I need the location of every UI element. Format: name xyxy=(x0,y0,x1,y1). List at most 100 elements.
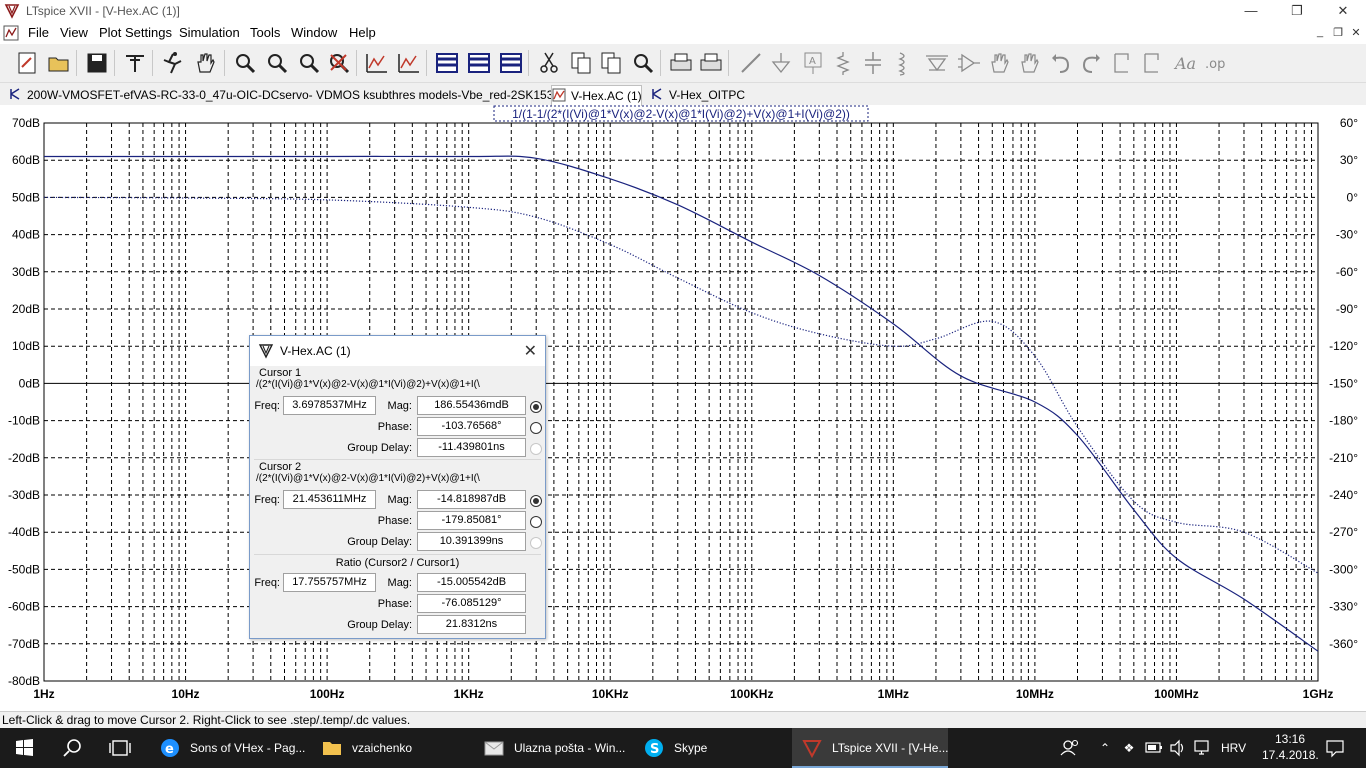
minimize-button[interactable]: — xyxy=(1228,0,1274,22)
inductor-icon[interactable] xyxy=(890,50,916,76)
people-icon[interactable] xyxy=(1058,728,1082,768)
cursor-dialog[interactable]: V-Hex.AC (1) ✕ Cursor 1 /(2*(I(Vi)@1*V(x… xyxy=(249,335,546,639)
save-icon[interactable] xyxy=(84,50,110,76)
autorange-icon[interactable] xyxy=(364,50,390,76)
copy-icon[interactable] xyxy=(568,50,594,76)
menu-view[interactable]: View xyxy=(60,25,88,40)
schematic-icon xyxy=(652,88,662,100)
dialog-close-button[interactable]: ✕ xyxy=(524,341,537,361)
menu-tools[interactable]: Tools xyxy=(250,25,280,40)
child-close-button[interactable]: ✕ xyxy=(1348,26,1364,40)
dropbox-icon[interactable]: ❖ xyxy=(1120,728,1138,768)
halt-icon[interactable] xyxy=(192,50,218,76)
zoom-out-icon[interactable] xyxy=(264,50,290,76)
diode-icon[interactable] xyxy=(924,50,950,76)
capacitor-icon[interactable] xyxy=(860,50,886,76)
document-menu-icon[interactable] xyxy=(3,25,19,41)
volume-icon[interactable] xyxy=(1168,728,1188,768)
paste-icon[interactable] xyxy=(598,50,624,76)
ratio-mag-field[interactable]: -15.005542dB xyxy=(417,573,526,592)
spice-directive-icon[interactable]: .op xyxy=(1202,50,1228,76)
zoom-in-icon[interactable] xyxy=(232,50,258,76)
tile-vertical-icon[interactable] xyxy=(498,50,524,76)
cursor2-mag-field[interactable]: -14.818987dB xyxy=(417,490,526,509)
menu-simulation[interactable]: Simulation xyxy=(179,25,240,40)
cursor1-freq-field[interactable]: 3.6978537MHz xyxy=(283,396,376,415)
ground-icon[interactable] xyxy=(768,50,794,76)
open-icon[interactable] xyxy=(46,50,72,76)
print-preview-icon[interactable] xyxy=(698,50,724,76)
show-hidden-icons-icon[interactable]: ⌃ xyxy=(1098,728,1112,768)
find-icon[interactable] xyxy=(630,50,656,76)
cursor2-mag-radio[interactable] xyxy=(530,495,542,507)
tab-schematic-main[interactable]: 200W-VMOSFET-efVAS-RC-33-0_47u-OIC-DCser… xyxy=(8,85,607,105)
tab-v-hex-oitpc[interactable]: V-Hex_OITPC xyxy=(650,85,745,105)
resistor-icon[interactable] xyxy=(830,50,856,76)
cursor1-phase-field[interactable]: -103.76568° xyxy=(417,417,526,436)
maximize-button[interactable]: ❐ xyxy=(1274,0,1320,22)
dialog-title-bar[interactable]: V-Hex.AC (1) ✕ xyxy=(250,336,545,366)
rotate-icon[interactable] xyxy=(1110,50,1136,76)
cursor1-phase-radio[interactable] xyxy=(530,422,542,434)
y-tick-left: 20dB xyxy=(12,302,40,316)
menu-help[interactable]: Help xyxy=(349,25,376,40)
menu-plot-settings[interactable]: Plot Settings xyxy=(99,25,172,40)
child-restore-button[interactable]: ❐ xyxy=(1330,26,1346,40)
ratio-group-delay-field[interactable]: 21.8312ns xyxy=(417,615,526,634)
component-icon[interactable] xyxy=(956,50,982,76)
task-view-icon[interactable] xyxy=(96,728,144,768)
undo-icon[interactable] xyxy=(1048,50,1074,76)
label-net-icon[interactable]: A xyxy=(800,50,826,76)
windows-start-icon[interactable] xyxy=(0,728,48,768)
child-minimize-button[interactable]: _ xyxy=(1312,26,1328,40)
drag-icon[interactable] xyxy=(1016,50,1042,76)
search-icon[interactable] xyxy=(48,728,96,768)
run-icon[interactable] xyxy=(160,50,186,76)
trace-expression[interactable]: 1/(1-1/(2*(I(Vi)@1*V(x)@2-V(x)@1*I(Vi)@2… xyxy=(512,107,850,121)
menu-file[interactable]: File xyxy=(28,25,49,40)
cursor1-group-delay-radio[interactable] xyxy=(530,443,542,455)
taskbar-task[interactable]: LTspice XVII - [V-He... xyxy=(792,728,948,768)
cursor2-phase-radio[interactable] xyxy=(530,516,542,528)
cursor1-mag-radio[interactable] xyxy=(530,401,542,413)
tab-v-hex-ac[interactable]: V-Hex.AC (1) xyxy=(551,85,642,106)
taskbar-task[interactable]: S Skype xyxy=(634,728,790,768)
close-button[interactable]: ✕ xyxy=(1320,0,1366,22)
cursor1-mag-field[interactable]: 186.55436mdB xyxy=(417,396,526,415)
notifications-icon[interactable] xyxy=(1320,728,1350,768)
clock[interactable]: 13:16 17.4.2018. xyxy=(1262,728,1319,768)
y-tick-left: -20dB xyxy=(8,451,40,465)
y-tick-left: 60dB xyxy=(12,153,40,167)
cursor2-freq-field[interactable]: 21.453611MHz xyxy=(283,490,376,509)
y-tick-right: -120° xyxy=(1329,339,1358,353)
y-tick-left: -60dB xyxy=(8,600,40,614)
mirror-icon[interactable] xyxy=(1140,50,1166,76)
draw-wire-icon[interactable] xyxy=(738,50,764,76)
control-panel-icon[interactable] xyxy=(122,50,148,76)
cursor2-group-delay-radio[interactable] xyxy=(530,537,542,549)
zoom-cancel-icon[interactable] xyxy=(326,50,352,76)
tile-horizontal-icon[interactable] xyxy=(434,50,460,76)
zoom-back-icon[interactable] xyxy=(296,50,322,76)
taskbar-task[interactable]: Ulazna pošta - Win... xyxy=(474,728,632,768)
manual-limits-icon[interactable] xyxy=(396,50,422,76)
network-icon[interactable] xyxy=(1192,728,1212,768)
battery-icon[interactable] xyxy=(1144,728,1164,768)
language-indicator[interactable]: HRV xyxy=(1221,728,1246,768)
cursor2-phase-field[interactable]: -179.85081° xyxy=(417,511,526,530)
taskbar-task[interactable]: vzaichenko xyxy=(312,728,472,768)
taskbar-task[interactable]: e Sons of VHex - Pag... xyxy=(150,728,310,768)
ratio-freq-field[interactable]: 17.755757MHz xyxy=(283,573,376,592)
cursor1-group-delay-field[interactable]: -11.439801ns xyxy=(417,438,526,457)
move-icon[interactable] xyxy=(986,50,1012,76)
cut-icon[interactable] xyxy=(536,50,562,76)
ratio-phase-field[interactable]: -76.085129° xyxy=(417,594,526,613)
print-icon[interactable] xyxy=(668,50,694,76)
text-icon[interactable]: Aa xyxy=(1172,50,1198,76)
menu-window[interactable]: Window xyxy=(291,25,337,40)
cursor2-group-delay-field[interactable]: 10.391399ns xyxy=(417,532,526,551)
cascade-icon[interactable] xyxy=(466,50,492,76)
new-schematic-icon[interactable] xyxy=(14,50,40,76)
bode-plot[interactable]: 70dB 60dB 50dB 40dB 30dB 20dB 10dB 0dB -10dB -20d… xyxy=(0,105,1366,711)
redo-icon[interactable] xyxy=(1078,50,1104,76)
